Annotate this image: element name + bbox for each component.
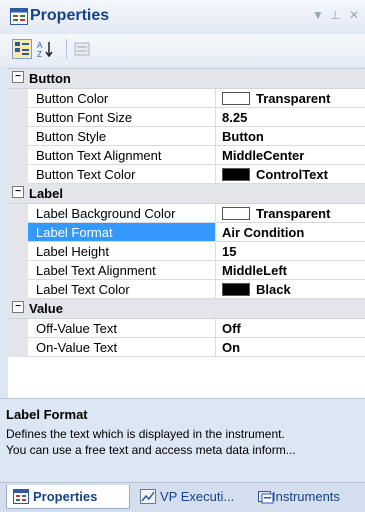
property-value[interactable]: Air Condition (216, 223, 365, 242)
toolbar: A Z (0, 34, 365, 66)
property-name: Label Height (28, 242, 216, 261)
property-name: Label Background Color (28, 204, 216, 223)
tab-vp-execution[interactable]: VP Executi... (134, 485, 244, 509)
category-label[interactable]: − Label (8, 184, 365, 204)
properties-window-icon (10, 8, 28, 25)
property-row-on-value-text[interactable]: On-Value Text On (8, 338, 365, 357)
property-name: Label Text Color (28, 280, 216, 299)
help-description-line-1: Defines the text which is displayed in t… (6, 427, 285, 441)
tab-instruments[interactable]: Instruments (252, 485, 364, 509)
property-row-off-value-text[interactable]: Off-Value Text Off (8, 319, 365, 338)
category-label-text: Value (29, 301, 63, 316)
property-row-label-height[interactable]: Label Height 15 (8, 242, 365, 261)
property-value[interactable]: 15 (216, 242, 365, 261)
svg-text:A: A (37, 41, 43, 50)
categorized-icon (15, 42, 29, 55)
property-value[interactable]: Off (216, 319, 365, 338)
property-value[interactable]: On (216, 338, 365, 357)
help-pane: Label Format Defines the text which is d… (0, 398, 365, 479)
property-pages-button[interactable] (72, 39, 92, 59)
row-gutter (8, 146, 28, 165)
row-gutter (8, 165, 28, 184)
row-gutter (8, 89, 28, 108)
property-name: On-Value Text (28, 338, 216, 357)
property-name: Label Text Alignment (28, 261, 216, 280)
row-gutter (8, 223, 28, 242)
window-title: Properties (30, 7, 110, 24)
tab-properties[interactable]: Properties (6, 485, 130, 509)
properties-tab-icon (13, 489, 29, 504)
category-label: Button (29, 71, 71, 86)
property-row-label-text-color[interactable]: Label Text Color Black (8, 280, 365, 299)
svg-text:Z: Z (37, 50, 42, 59)
property-row-button-color[interactable]: Button Color Transparent (8, 89, 365, 108)
property-value-text: Transparent (256, 91, 331, 106)
collapse-icon[interactable]: − (12, 186, 24, 198)
property-name: Button Font Size (28, 108, 216, 127)
sort-alphabetical-icon: A Z (37, 41, 53, 59)
category-label-text: Label (29, 186, 63, 201)
categorized-button[interactable] (12, 39, 32, 59)
row-gutter (8, 338, 28, 357)
property-value[interactable]: MiddleLeft (216, 261, 365, 280)
property-name: Button Color (28, 89, 216, 108)
property-value-text: ControlText (256, 167, 328, 182)
property-value[interactable]: 8.25 (216, 108, 365, 127)
pin-icon[interactable]: ⊥ (330, 8, 340, 22)
property-name: Label Format (28, 223, 216, 242)
property-row-label-background-color[interactable]: Label Background Color Transparent (8, 204, 365, 223)
property-name: Off-Value Text (28, 319, 216, 338)
row-gutter (8, 280, 28, 299)
row-gutter (8, 261, 28, 280)
collapse-icon[interactable]: − (12, 71, 24, 83)
property-value[interactable]: Transparent (216, 89, 365, 108)
property-value-text: Black (256, 282, 291, 297)
category-button[interactable]: − Button (8, 69, 365, 89)
collapse-icon[interactable]: − (12, 301, 24, 313)
help-title: Label Format (6, 407, 88, 422)
property-row-button-style[interactable]: Button Style Button (8, 127, 365, 146)
property-row-button-font-size[interactable]: Button Font Size 8.25 (8, 108, 365, 127)
property-name: Button Style (28, 127, 216, 146)
color-swatch (222, 168, 250, 181)
property-name: Button Text Color (28, 165, 216, 184)
property-value[interactable]: Black (216, 280, 365, 299)
properties-window: Properties ▼ ⊥ ✕ A Z − Button Button Col… (0, 0, 365, 512)
row-gutter (8, 127, 28, 146)
tab-strip: Properties VP Executi... Instruments (0, 482, 365, 512)
property-row-button-text-alignment[interactable]: Button Text Alignment MiddleCenter (8, 146, 365, 165)
property-value[interactable]: MiddleCenter (216, 146, 365, 165)
tab-label: Properties (33, 489, 98, 504)
tab-label: Instruments (272, 489, 340, 504)
category-value[interactable]: − Value (8, 299, 365, 319)
help-description-line-2: You can use a free text and access meta … (6, 443, 296, 457)
property-value[interactable]: ControlText (216, 165, 365, 184)
row-gutter (8, 319, 28, 338)
vp-execution-tab-icon (140, 489, 156, 504)
property-value-text: Transparent (256, 206, 331, 221)
property-value[interactable]: Transparent (216, 204, 365, 223)
color-swatch (222, 283, 250, 296)
row-gutter (8, 204, 28, 223)
property-pages-icon (74, 42, 90, 56)
sort-alphabetical-button[interactable]: A Z (36, 39, 56, 59)
property-row-button-text-color[interactable]: Button Text Color ControlText (8, 165, 365, 184)
close-icon[interactable]: ✕ (349, 8, 359, 22)
property-row-label-format[interactable]: Label Format Air Condition (8, 223, 365, 242)
row-gutter (8, 108, 28, 127)
property-grid: − Button Button Color Transparent Button… (8, 68, 365, 399)
color-swatch (222, 207, 250, 220)
dropdown-arrow-icon[interactable]: ▼ (312, 8, 324, 22)
property-name: Button Text Alignment (28, 146, 216, 165)
row-gutter (8, 242, 28, 261)
property-value[interactable]: Button (216, 127, 365, 146)
title-bar: Properties ▼ ⊥ ✕ (0, 0, 365, 34)
color-swatch (222, 92, 250, 105)
property-row-label-text-alignment[interactable]: Label Text Alignment MiddleLeft (8, 261, 365, 280)
tab-label: VP Executi... (160, 489, 235, 504)
